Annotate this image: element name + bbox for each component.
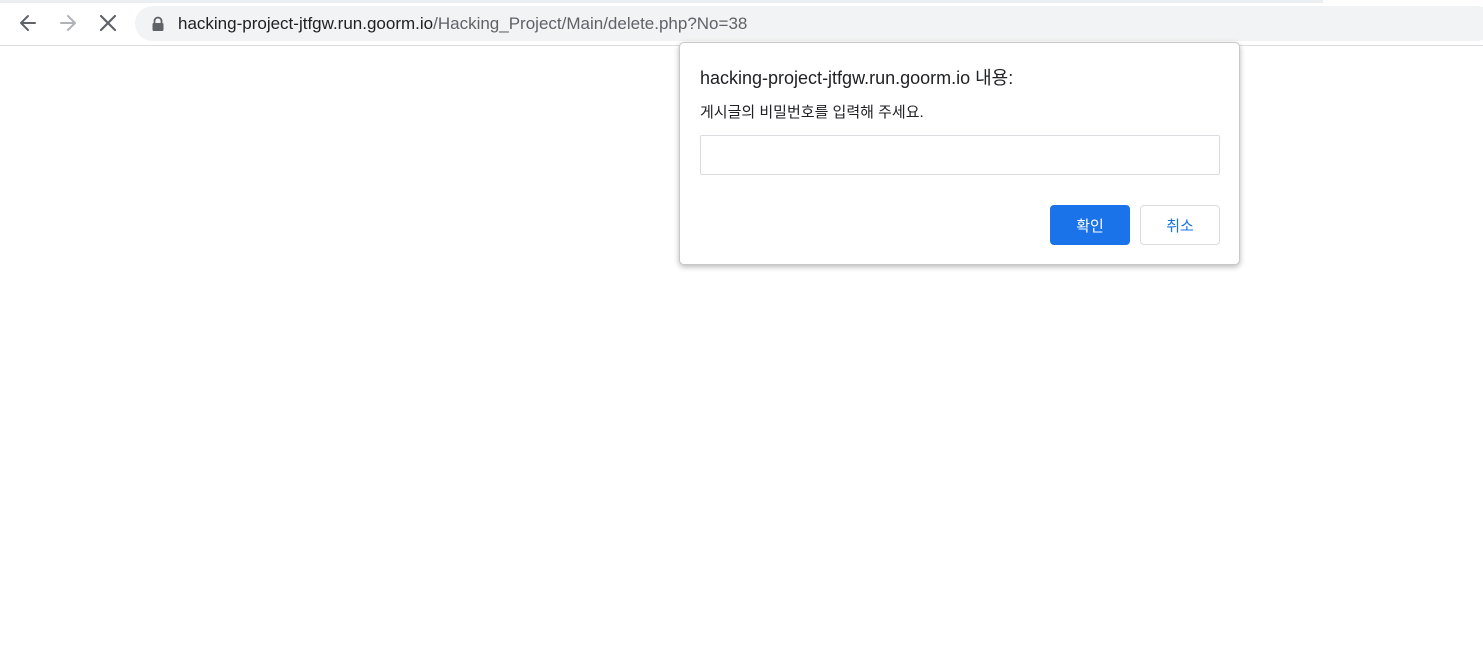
- dialog-message: 게시글의 비밀번호를 입력해 주세요.: [700, 104, 924, 121]
- loading-bar: [0, 0, 1323, 3]
- forward-button[interactable]: [53, 8, 83, 38]
- ok-button[interactable]: 확인: [1050, 205, 1130, 245]
- arrow-left-icon: [20, 15, 36, 31]
- password-input[interactable]: [700, 135, 1220, 175]
- address-bar[interactable]: hacking-project-jtfgw.run.goorm.io/Hacki…: [135, 6, 1483, 41]
- browser-toolbar: hacking-project-jtfgw.run.goorm.io/Hacki…: [0, 0, 1483, 46]
- dialog-title: hacking-project-jtfgw.run.goorm.io 내용:: [700, 68, 1014, 88]
- arrow-right-icon: [60, 15, 76, 31]
- back-button[interactable]: [13, 8, 43, 38]
- stop-button[interactable]: [93, 8, 123, 38]
- url-text[interactable]: hacking-project-jtfgw.run.goorm.io/Hacki…: [178, 14, 747, 34]
- prompt-dialog: hacking-project-jtfgw.run.goorm.io 내용: 게…: [679, 42, 1240, 265]
- close-icon: [99, 14, 117, 32]
- cancel-button[interactable]: 취소: [1140, 205, 1220, 245]
- lock-icon[interactable]: [151, 16, 165, 32]
- url-host: hacking-project-jtfgw.run.goorm.io: [178, 14, 434, 33]
- url-path: /Hacking_Project/Main/delete.php?No=38: [433, 14, 748, 33]
